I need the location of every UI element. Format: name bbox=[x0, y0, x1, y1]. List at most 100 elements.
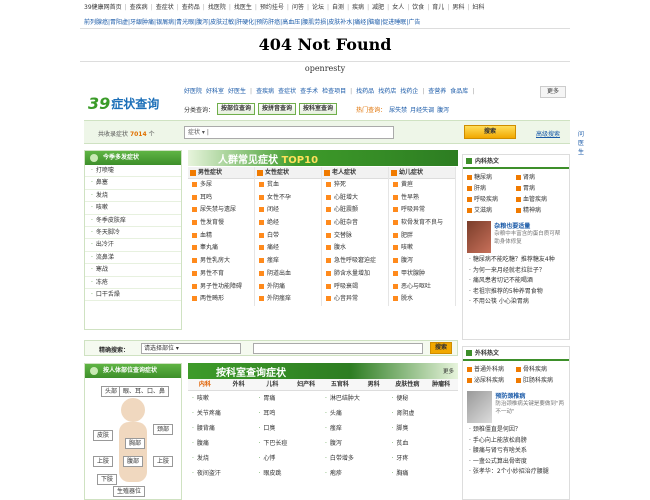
channel-link[interactable]: 找药店 bbox=[378, 88, 396, 95]
article-link[interactable]: 手心向上能放松肩膀 bbox=[463, 436, 569, 447]
body-figure[interactable]: 头部 眼、耳、口、鼻 颈部 胸部 皮肤 上肢 腹部 上肢 下肢 生殖器位 bbox=[91, 382, 177, 497]
crowd-symptom-label[interactable]: 血精 bbox=[200, 232, 212, 239]
hot-query-item[interactable]: 尿失禁 bbox=[389, 105, 407, 114]
season-symptom[interactable]: 出冷汗 bbox=[85, 239, 181, 252]
crowd-symptom[interactable]: 阴道出血 bbox=[255, 268, 321, 281]
crowd-symptom[interactable]: 咳嗽 bbox=[389, 242, 455, 255]
hot-query-item[interactable]: 腹泻 bbox=[437, 105, 449, 114]
crowd-symptom-label[interactable]: 甲状腺肿 bbox=[401, 270, 425, 277]
search-input[interactable]: 症状 ▾ | bbox=[184, 126, 394, 139]
dept-tab[interactable]: 妇产科 bbox=[289, 379, 323, 390]
site-logo[interactable]: 39 症状查询 bbox=[88, 92, 180, 114]
crowd-symptom-label[interactable]: 脱水 bbox=[401, 295, 413, 302]
channel-link[interactable]: 找药企 bbox=[400, 88, 418, 95]
season-symptom[interactable]: 发烧 bbox=[85, 190, 181, 203]
dept-symptom[interactable]: 贫血 bbox=[392, 436, 459, 451]
crowd-symptom-label[interactable]: 睾丸痛 bbox=[200, 244, 218, 251]
crowd-symptom-label[interactable]: 耳鸣 bbox=[200, 194, 212, 201]
dept-tab[interactable]: 外科 bbox=[222, 379, 256, 390]
crowd-symptom-label[interactable]: 性发育慢 bbox=[200, 219, 224, 226]
crowd-symptom-label[interactable]: 腹泻 bbox=[401, 257, 413, 264]
tag-abdomen[interactable]: 腹部 bbox=[123, 456, 144, 467]
query-by-dept-button[interactable]: 按科室查询 bbox=[299, 103, 338, 115]
promo-image-2[interactable] bbox=[467, 391, 493, 423]
crowd-symptom[interactable]: 瘙痒 bbox=[255, 255, 321, 268]
channel-link[interactable]: 好医生 bbox=[228, 88, 246, 95]
dept-symptom[interactable]: 夜间盗汗 bbox=[192, 466, 259, 481]
top-nav-item[interactable]: 39健康网首页 bbox=[84, 4, 122, 11]
crowd-symptom-label[interactable]: 肺含水量增加 bbox=[334, 270, 370, 277]
crowd-symptom-label[interactable]: 女性不孕 bbox=[267, 194, 291, 201]
surgery-topic[interactable]: 骨科疾病 bbox=[516, 364, 565, 375]
crowd-column-label[interactable]: 男性症状 bbox=[198, 169, 222, 176]
crowd-symptom[interactable]: 男子性功能障碍 bbox=[188, 281, 254, 294]
tag-chest[interactable]: 胸部 bbox=[125, 438, 146, 449]
crowd-symptom-label[interactable]: 阴道出血 bbox=[267, 270, 291, 277]
crowd-symptom[interactable]: 心音异常 bbox=[322, 293, 388, 306]
crowd-symptom[interactable]: 急性呼吸窘迫症 bbox=[322, 255, 388, 268]
crowd-symptom[interactable]: 血精 bbox=[188, 230, 254, 243]
crowd-symptom[interactable]: 交替脉 bbox=[322, 230, 388, 243]
internal-topic[interactable]: 肝病 bbox=[467, 183, 516, 194]
crowd-symptom[interactable]: 脱水 bbox=[389, 293, 455, 306]
surgery-topic[interactable]: 泌尿科疾病 bbox=[467, 375, 516, 386]
channel-link[interactable]: 检查项目 bbox=[322, 88, 346, 95]
dept-symptom[interactable]: 肾阴虚 bbox=[392, 406, 459, 421]
crowd-symptom-label[interactable]: 呼吸衰竭 bbox=[334, 283, 358, 290]
crowd-symptom-label[interactable]: 男性不育 bbox=[200, 270, 224, 277]
article-link[interactable]: 张孝华：2个小妙招治疗腰腿 bbox=[463, 467, 569, 478]
crowd-symptom[interactable]: 肥胖 bbox=[389, 230, 455, 243]
crowd-symptom[interactable]: 尿失禁与遗尿 bbox=[188, 204, 254, 217]
channel-link[interactable]: 好医院 bbox=[184, 88, 202, 95]
crowd-symptom[interactable]: 性早熟 bbox=[389, 192, 455, 205]
search-button[interactable]: 搜索 bbox=[464, 125, 516, 139]
dept-tab[interactable]: 内科 bbox=[188, 379, 222, 390]
more-button[interactable]: 更多 bbox=[540, 86, 566, 98]
top-nav-item[interactable]: 妇科 bbox=[472, 4, 484, 11]
body-head[interactable] bbox=[121, 398, 145, 422]
internal-topic[interactable]: 肾病 bbox=[516, 172, 565, 183]
crowd-symptom[interactable]: 痛经 bbox=[255, 242, 321, 255]
internal-topic[interactable]: 精神病 bbox=[516, 205, 565, 216]
article-link[interactable]: 不用公筷 小心染胃病 bbox=[463, 297, 569, 308]
crowd-symptom[interactable]: 甲状腺肿 bbox=[389, 268, 455, 281]
channel-link[interactable]: 查疾病 bbox=[256, 88, 274, 95]
crowd-symptom[interactable]: 多尿 bbox=[188, 179, 254, 192]
top-nav-item[interactable]: 疾病 bbox=[352, 4, 364, 11]
dept-symptom[interactable]: 耳鸣 bbox=[259, 406, 326, 421]
crowd-symptom[interactable]: 睾丸痛 bbox=[188, 242, 254, 255]
dept-symptom[interactable]: 脚臭 bbox=[392, 421, 459, 436]
crowd-symptom-label[interactable]: 多尿 bbox=[200, 181, 212, 188]
crowd-symptom-label[interactable]: 腹水 bbox=[334, 244, 346, 251]
tag-neck[interactable]: 颈部 bbox=[153, 424, 174, 435]
top-nav-item[interactable]: 查药品 bbox=[182, 4, 200, 11]
channel-link[interactable]: 查营养 bbox=[428, 88, 446, 95]
dept-tab[interactable]: 男科 bbox=[357, 379, 391, 390]
crowd-symptom-label[interactable]: 恶心与呕吐 bbox=[401, 283, 431, 290]
crowd-symptom-label[interactable]: 黄疸 bbox=[401, 181, 413, 188]
hot-query-item[interactable]: 月经失调 bbox=[410, 105, 434, 114]
article-link[interactable]: 糖尿病不能吃糖？推荐糖友4种 bbox=[463, 255, 569, 266]
channel-link[interactable]: 找药品 bbox=[356, 88, 374, 95]
precise-input[interactable] bbox=[253, 343, 423, 354]
internal-topic[interactable]: 呼吸疾病 bbox=[467, 194, 516, 205]
crowd-symptom[interactable]: 白带 bbox=[255, 230, 321, 243]
crowd-symptom[interactable]: 外阴瘙痒 bbox=[255, 293, 321, 306]
dept-symptom[interactable]: 关节疼痛 bbox=[192, 406, 259, 421]
dept-symptom[interactable]: 白带增多 bbox=[325, 451, 392, 466]
crowd-symptom-label[interactable]: 咳嗽 bbox=[401, 244, 413, 251]
crowd-symptom[interactable]: 肺含水量增加 bbox=[322, 268, 388, 281]
crowd-symptom[interactable]: 呼吸衰竭 bbox=[322, 281, 388, 294]
internal-topic[interactable]: 艾滋病 bbox=[467, 205, 516, 216]
crowd-column-label[interactable]: 女性症状 bbox=[265, 169, 289, 176]
crowd-symptom[interactable]: 贫血 bbox=[255, 179, 321, 192]
promo-image[interactable] bbox=[467, 221, 492, 253]
season-symptom[interactable]: 流鼻涕 bbox=[85, 252, 181, 265]
crowd-symptom[interactable]: 闭经 bbox=[255, 204, 321, 217]
promo-title-2[interactable]: 预防颈椎病 bbox=[495, 391, 565, 400]
article-link[interactable]: 为何一来月经就老拉肚子？ bbox=[463, 266, 569, 277]
crowd-symptom-label[interactable]: 外阴瘙痒 bbox=[267, 295, 291, 302]
channel-link[interactable]: 查症状 bbox=[278, 88, 296, 95]
crowd-symptom-label[interactable]: 急性呼吸窘迫症 bbox=[334, 257, 376, 264]
season-symptom[interactable]: 打喷嚏 bbox=[85, 165, 181, 178]
